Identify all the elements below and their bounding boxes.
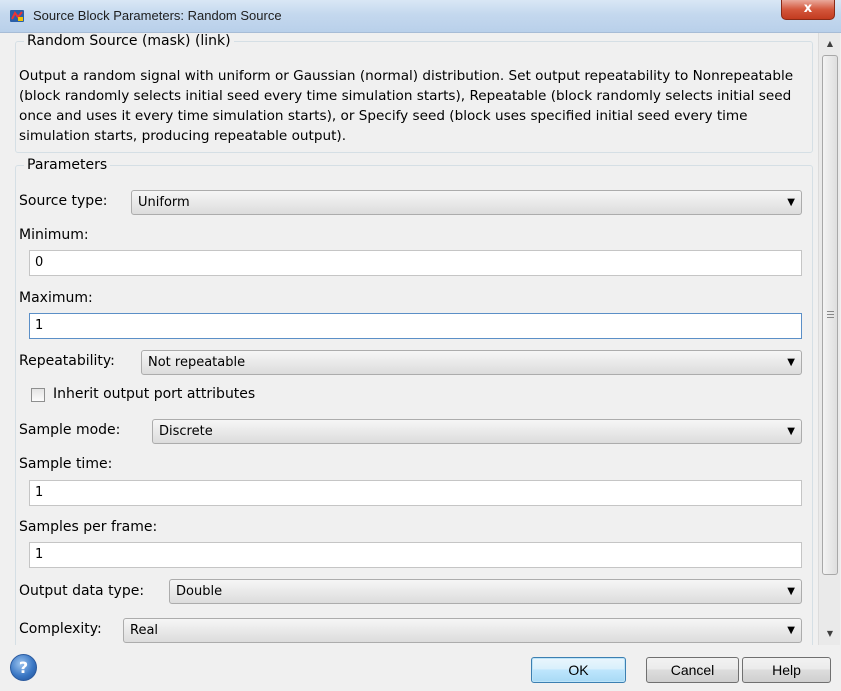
source-type-dropdown[interactable]: Uniform ▼ — [131, 190, 802, 215]
minimum-label: Minimum: — [19, 227, 89, 243]
inherit-attributes-label: Inherit output port attributes — [53, 386, 256, 402]
samples-per-frame-label: Samples per frame: — [19, 519, 158, 535]
complexity-value: Real — [130, 623, 159, 638]
source-type-value: Uniform — [138, 195, 190, 210]
chevron-down-icon: ▼ — [787, 625, 795, 636]
output-data-type-dropdown[interactable]: Double ▼ — [169, 579, 802, 604]
sample-mode-dropdown[interactable]: Discrete ▼ — [152, 419, 802, 444]
close-button[interactable]: x — [781, 0, 835, 20]
title-bar[interactable]: Source Block Parameters: Random Source x — [0, 0, 841, 33]
grip-icon — [827, 311, 834, 318]
scroll-down-arrow-icon[interactable]: ▼ — [819, 625, 841, 643]
maximum-label: Maximum: — [19, 290, 93, 306]
source-type-label: Source type: — [19, 193, 108, 209]
sample-mode-value: Discrete — [159, 424, 213, 439]
repeatability-value: Not repeatable — [148, 355, 246, 370]
help-button[interactable]: Help — [742, 657, 831, 683]
sample-mode-label: Sample mode: — [19, 422, 121, 438]
chevron-down-icon: ▼ — [787, 357, 795, 368]
sample-time-input[interactable]: 1 — [29, 480, 802, 506]
block-description: Output a random signal with uniform or G… — [19, 68, 794, 144]
parameters-group-title: Parameters — [27, 157, 108, 173]
maximum-input[interactable]: 1 — [29, 313, 802, 339]
chevron-down-icon: ▼ — [787, 426, 795, 437]
vertical-scrollbar[interactable]: ▲ ▼ — [818, 33, 840, 645]
window-title: Source Block Parameters: Random Source — [33, 8, 282, 23]
complexity-dropdown[interactable]: Real ▼ — [123, 618, 802, 643]
repeatability-label: Repeatability: — [19, 353, 115, 369]
cancel-button[interactable]: Cancel — [646, 657, 739, 683]
chevron-down-icon: ▼ — [787, 586, 795, 597]
complexity-label: Complexity: — [19, 621, 102, 637]
samples-per-frame-input[interactable]: 1 — [29, 542, 802, 568]
ok-button[interactable]: OK — [531, 657, 626, 683]
sample-time-label: Sample time: — [19, 456, 113, 472]
simulink-block-icon — [10, 10, 24, 22]
repeatability-dropdown[interactable]: Not repeatable ▼ — [141, 350, 802, 375]
scrollbar-thumb[interactable] — [822, 55, 838, 575]
minimum-input[interactable]: 0 — [29, 250, 802, 276]
scroll-up-arrow-icon[interactable]: ▲ — [819, 35, 841, 53]
output-data-type-label: Output data type: — [19, 583, 145, 599]
description-group-title: Random Source (mask) (link) — [27, 33, 231, 49]
help-circle-icon[interactable]: ? — [10, 654, 37, 681]
inherit-attributes-checkbox[interactable] — [31, 388, 45, 402]
chevron-down-icon: ▼ — [787, 197, 795, 208]
parameters-scroll-area: Random Source (mask) (link) Output a ran… — [11, 33, 817, 645]
output-data-type-value: Double — [176, 584, 223, 599]
dialog-window: Source Block Parameters: Random Source x… — [0, 0, 841, 691]
button-bar: ? OK Cancel Help — [0, 645, 841, 691]
